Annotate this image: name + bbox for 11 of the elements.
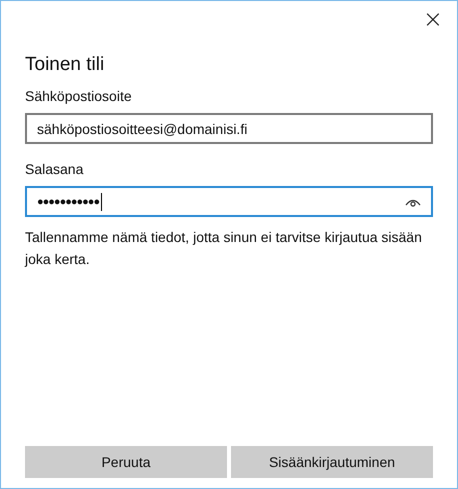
text-caret (101, 192, 102, 210)
info-text: Tallennamme nämä tiedot, jotta sinun ei tarvitse kirjautua sisään joka kerta. (25, 228, 423, 269)
password-label: Salasana (25, 161, 84, 177)
close-button[interactable]: × (418, 4, 447, 34)
dialog-title: Toinen tili (25, 54, 106, 76)
sign-in-button[interactable]: Sisäänkirjautuminen (231, 446, 433, 478)
password-dots: ●●●●●●●●●●● (37, 196, 100, 208)
cancel-button[interactable]: Peruuta (25, 446, 227, 478)
email-field[interactable]: sähköpostiosoitteesi@domainisi.fi (25, 113, 433, 144)
password-field[interactable]: ●●●●●●●●●●● (25, 186, 433, 217)
email-label: Sähköpostiosoite (25, 88, 133, 104)
